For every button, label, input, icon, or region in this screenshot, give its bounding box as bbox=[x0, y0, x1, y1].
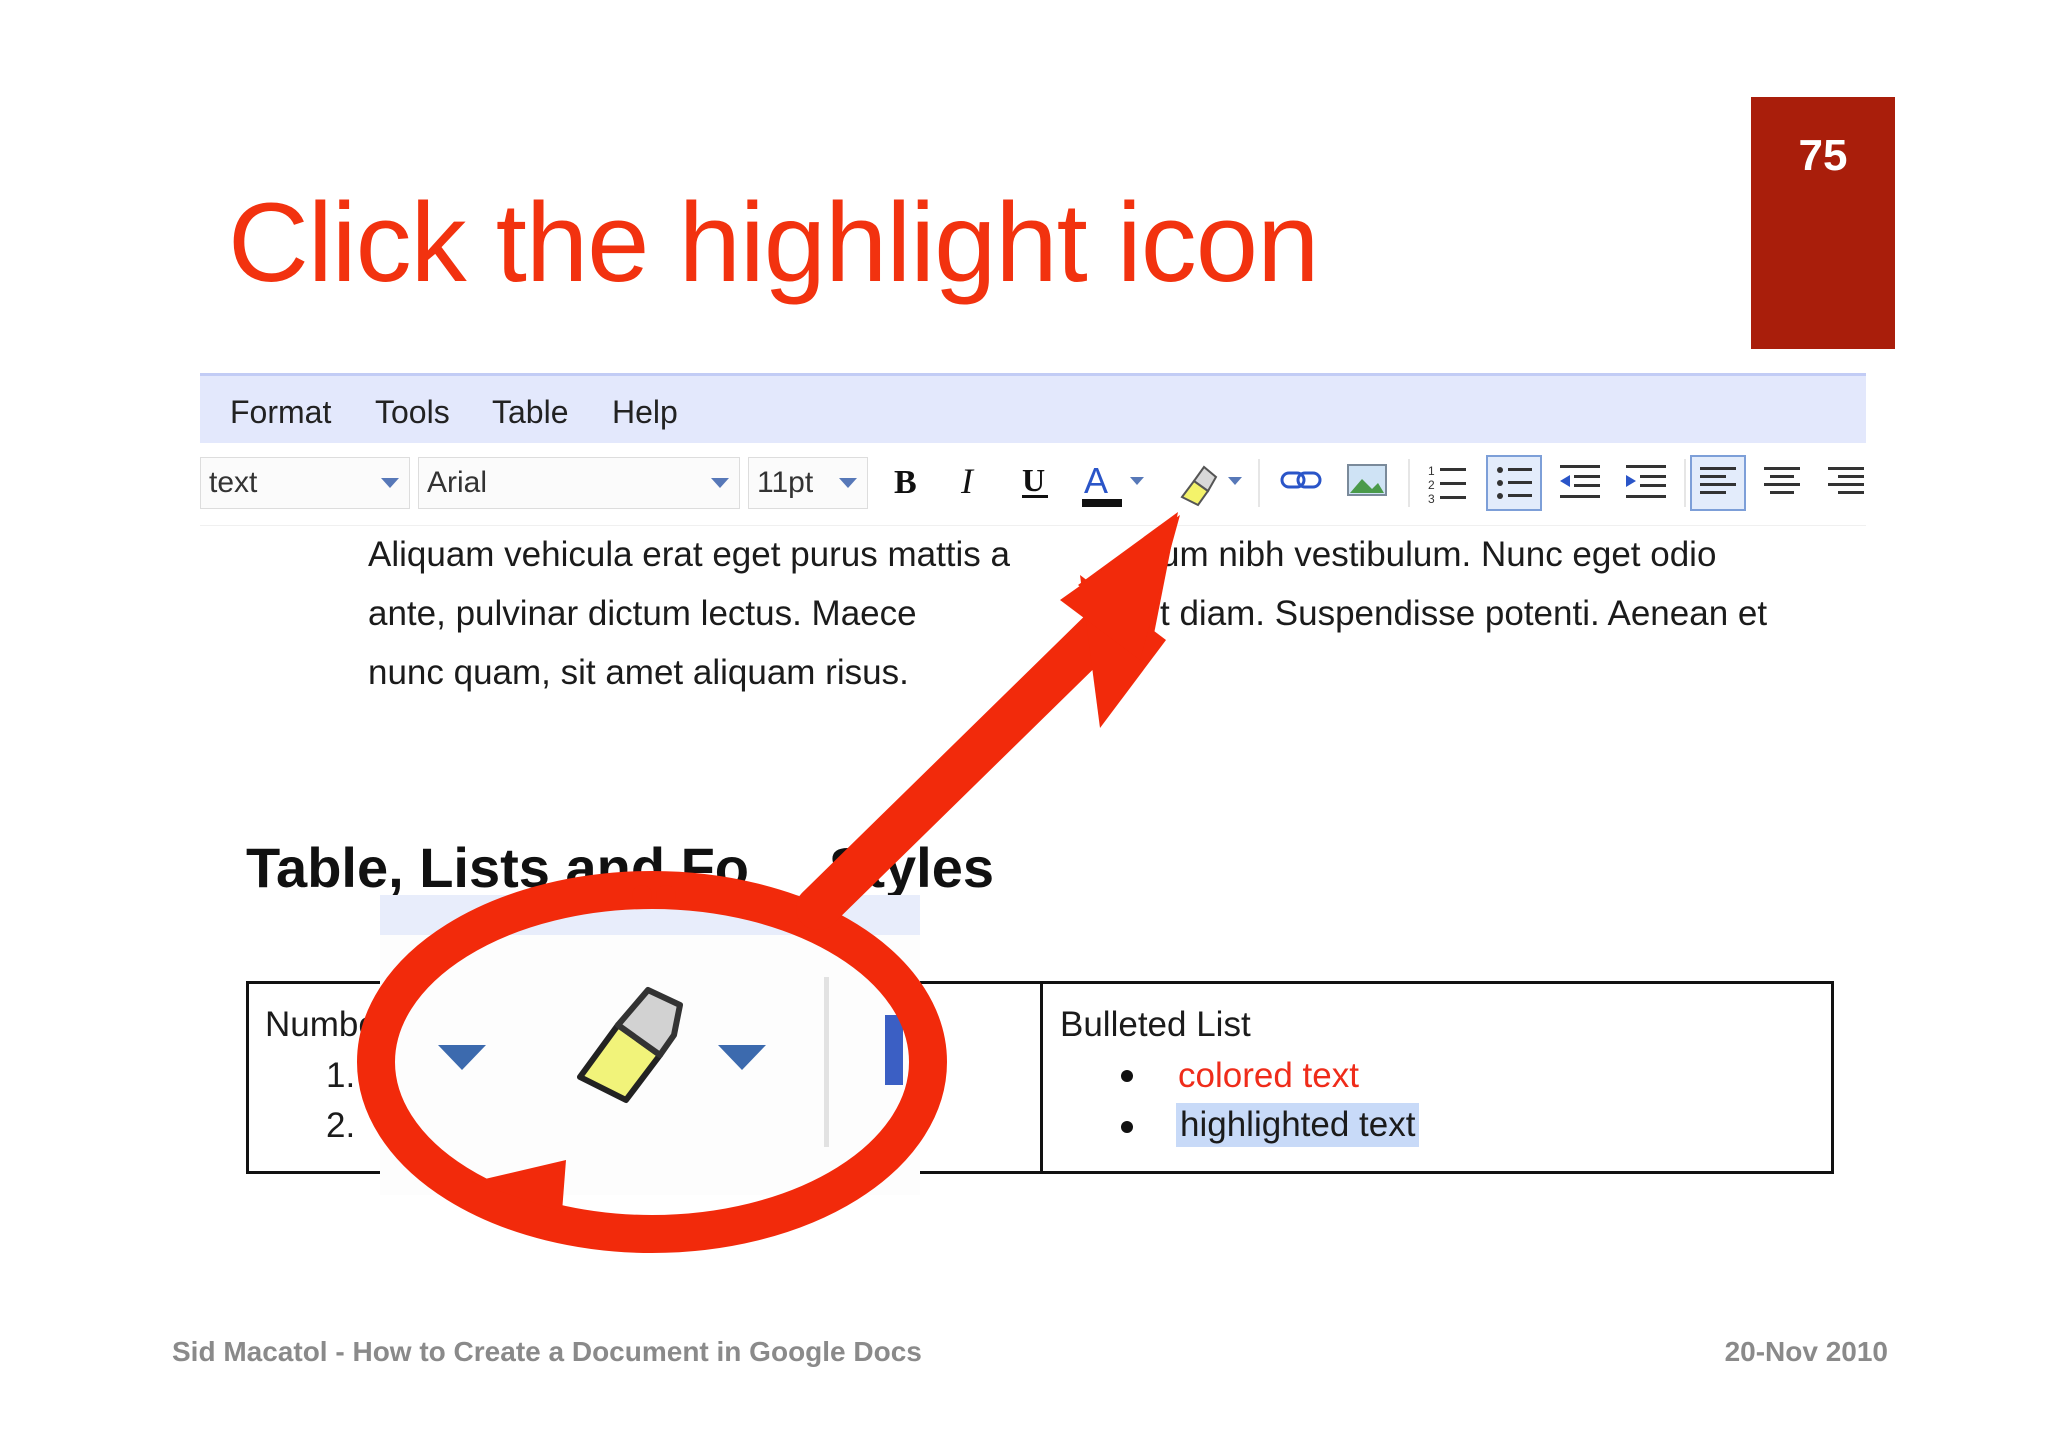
footer-date: 20-Nov 2010 bbox=[1724, 1336, 1888, 1367]
callout-annotation bbox=[357, 512, 1180, 1253]
footer-author: Sid Macatol - How to Create a Document i… bbox=[172, 1336, 922, 1367]
